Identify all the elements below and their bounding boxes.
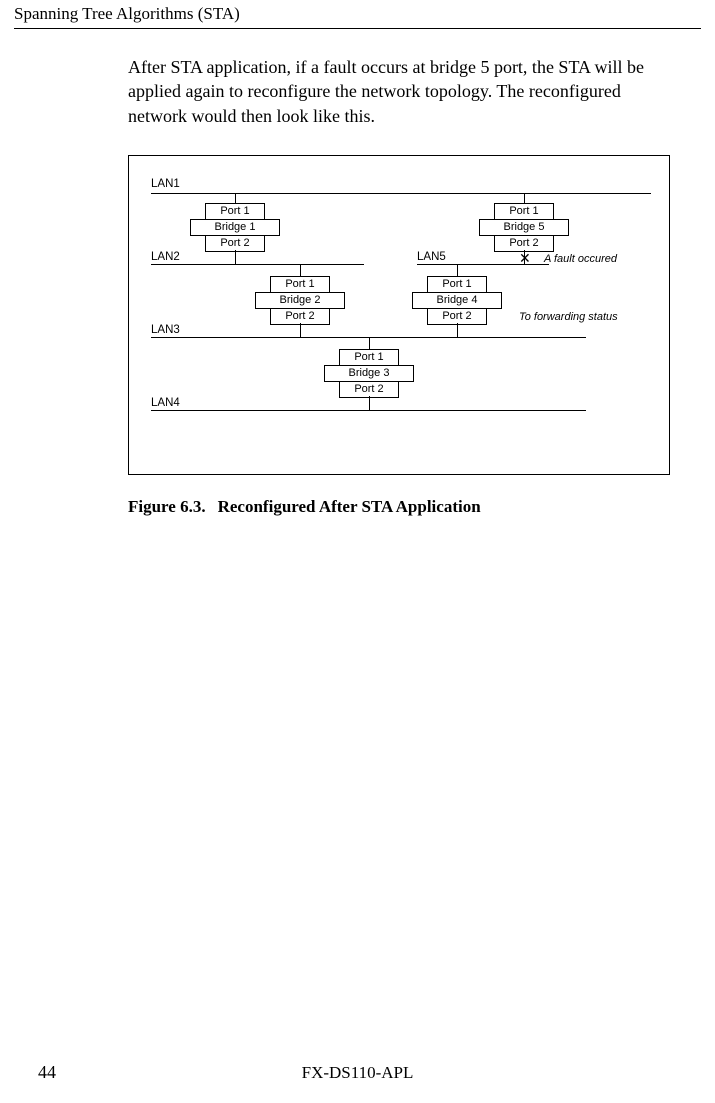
bridge4-top-link [457, 264, 458, 276]
lan3-label: LAN3 [151, 324, 180, 336]
bridge1-name: Bridge 1 [190, 219, 280, 236]
bridge-1: Port 1 Bridge 1 Port 2 [190, 203, 280, 252]
footer-model: FX-DS110-APL [0, 1063, 715, 1083]
lan2-label: LAN2 [151, 251, 180, 263]
bridge1-port1: Port 1 [205, 203, 265, 220]
bridge1-top-link [235, 193, 236, 203]
bridge-4: Port 1 Bridge 4 Port 2 [412, 276, 502, 325]
page-header: Spanning Tree Algorithms (STA) [14, 4, 701, 24]
caption-title: Reconfigured After STA Application [218, 497, 481, 516]
bridge5-port1: Port 1 [494, 203, 554, 220]
header-rule [14, 28, 701, 29]
fault-x-icon: ✕ [519, 253, 531, 263]
bridge2-bottom-link [300, 323, 301, 337]
bridge3-bottom-link [369, 396, 370, 410]
bridge-2: Port 1 Bridge 2 Port 2 [255, 276, 345, 325]
lan1-line [151, 193, 651, 194]
body-paragraph: After STA application, if a fault occurs… [128, 55, 670, 128]
bridge4-port1: Port 1 [427, 276, 487, 293]
bridge-5: Port 1 Bridge 5 Port 2 [479, 203, 569, 252]
bridge5-name: Bridge 5 [479, 219, 569, 236]
header-title: Spanning Tree Algorithms (STA) [14, 4, 240, 23]
bridge1-bottom-link [235, 250, 236, 264]
bridge2-port1: Port 1 [270, 276, 330, 293]
page: Spanning Tree Algorithms (STA) After STA… [0, 0, 715, 1103]
lan4-label: LAN4 [151, 397, 180, 409]
figure-caption: Figure 6.3. Reconfigured After STA Applic… [128, 497, 481, 517]
forwarding-annotation: To forwarding status [519, 311, 618, 323]
bridge2-top-link [300, 264, 301, 276]
lan4-line [151, 410, 586, 411]
bridge2-name: Bridge 2 [255, 292, 345, 309]
lan2-line [151, 264, 364, 265]
bridge-3: Port 1 Bridge 3 Port 2 [324, 349, 414, 398]
lan5-label: LAN5 [417, 251, 446, 263]
caption-label: Figure 6.3. [128, 497, 206, 516]
bridge5-top-link [524, 193, 525, 203]
bridge4-bottom-link [457, 323, 458, 337]
bridge4-name: Bridge 4 [412, 292, 502, 309]
lan1-label: LAN1 [151, 178, 180, 190]
network-diagram: LAN1 Port 1 Bridge 1 Port 2 Port 1 Bridg… [128, 155, 670, 475]
bridge3-name: Bridge 3 [324, 365, 414, 382]
bridge3-top-link [369, 337, 370, 349]
bridge3-port1: Port 1 [339, 349, 399, 366]
fault-annotation: A fault occured [544, 253, 617, 265]
